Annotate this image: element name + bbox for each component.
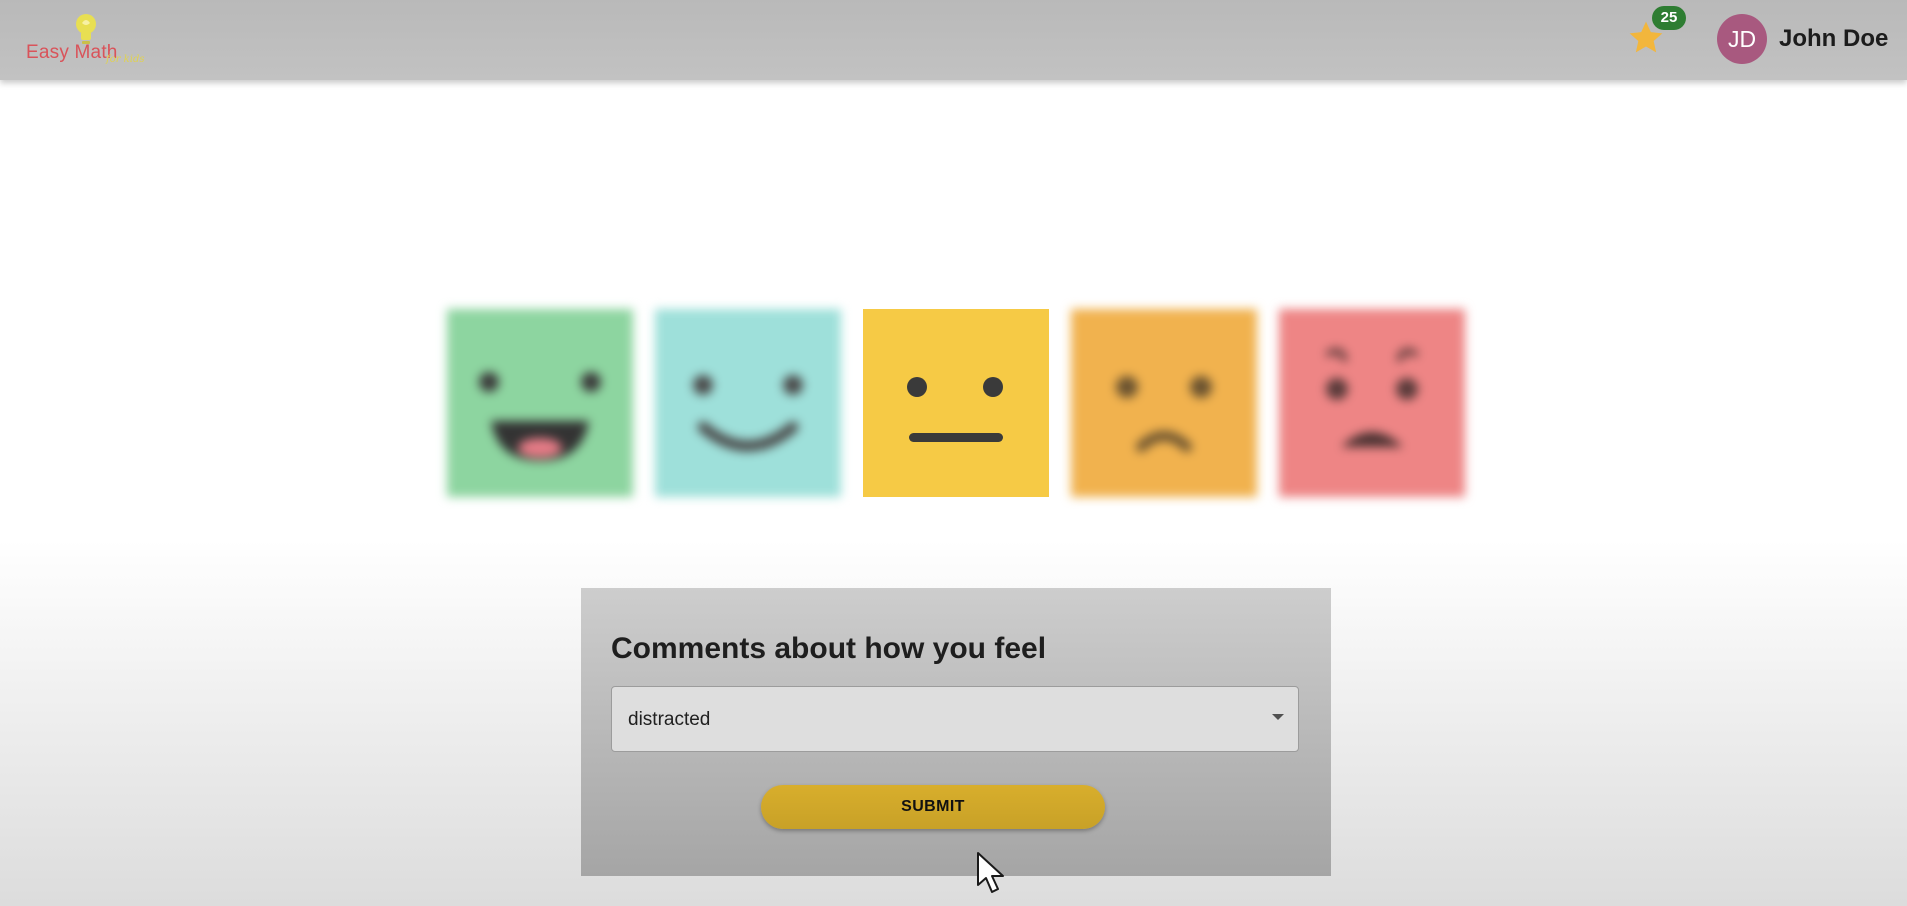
mouse-cursor-icon xyxy=(977,852,1004,893)
stars-count-badge: 25 xyxy=(1652,6,1686,30)
comments-panel: Comments about how you feel distracted S… xyxy=(581,588,1331,876)
logo-subtitle: for kids xyxy=(106,54,145,65)
chevron-down-icon xyxy=(1272,714,1284,720)
stars-button[interactable]: 25 xyxy=(1626,6,1686,62)
neutral-face-icon xyxy=(863,309,1049,497)
mood-selector xyxy=(447,309,1467,497)
top-app-bar: Easy Math for kids 25 JD John Doe xyxy=(0,0,1907,80)
logo-title: Easy Math xyxy=(26,42,118,63)
submit-button[interactable]: SUBMIT xyxy=(761,785,1105,829)
sad-face-icon xyxy=(1071,309,1257,497)
user-menu[interactable]: JD John Doe xyxy=(1717,13,1888,65)
lightbulb-icon xyxy=(76,14,96,44)
smiling-face-icon xyxy=(655,309,841,497)
mood-happy[interactable] xyxy=(655,309,841,497)
mood-upset[interactable] xyxy=(1279,309,1465,497)
upset-face-icon xyxy=(1279,309,1465,497)
mood-very-happy[interactable] xyxy=(447,309,633,497)
mood-sad[interactable] xyxy=(1071,309,1257,497)
feeling-dropdown[interactable]: distracted xyxy=(611,686,1299,752)
avatar: JD xyxy=(1717,14,1767,64)
comments-title: Comments about how you feel xyxy=(611,632,1047,665)
laughing-face-icon xyxy=(447,309,633,497)
app-logo[interactable]: Easy Math for kids xyxy=(26,8,156,72)
feeling-dropdown-value: distracted xyxy=(628,709,711,730)
user-name: John Doe xyxy=(1779,25,1889,52)
mood-neutral[interactable] xyxy=(863,309,1049,497)
